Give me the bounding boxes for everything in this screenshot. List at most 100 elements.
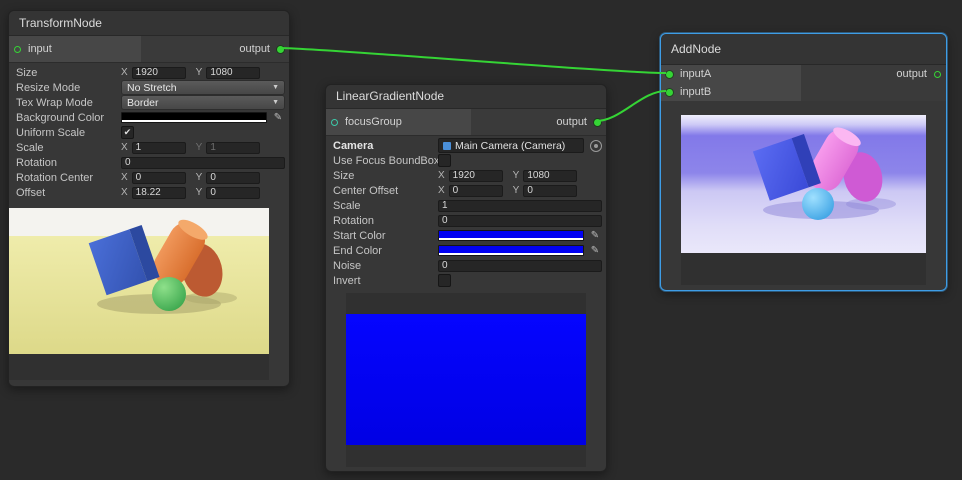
rotation-label: Rotation xyxy=(16,157,121,169)
rotation-center-x-field[interactable] xyxy=(132,172,186,184)
add-port-row-b: inputB xyxy=(661,83,946,101)
scale-x-field[interactable] xyxy=(132,142,186,154)
linear-gradient-port-row: focusGroup output xyxy=(326,109,606,136)
rotation-center-label: Rotation Center xyxy=(16,172,121,184)
camera-object-field[interactable]: Main Camera (Camera) xyxy=(438,138,584,153)
rotation-field[interactable] xyxy=(121,157,285,169)
y-axis-label: Y xyxy=(196,187,203,198)
size-y-field[interactable] xyxy=(206,67,260,79)
rotation-field[interactable] xyxy=(438,215,602,227)
tex-wrap-mode-value: Border xyxy=(127,97,159,109)
add-output-port[interactable]: output xyxy=(896,68,946,80)
end-color-swatch[interactable] xyxy=(438,245,584,256)
scale-y-field[interactable] xyxy=(206,142,260,154)
transform-port-row: input output xyxy=(9,36,289,63)
x-axis-label: X xyxy=(121,172,128,183)
invert-checkbox[interactable] xyxy=(438,274,451,287)
add-node-title[interactable]: AddNode xyxy=(661,34,946,65)
transform-properties: Size X Y Resize Mode No Stretch ▼ Tex Wr… xyxy=(9,63,289,200)
camera-label: Camera xyxy=(333,140,438,152)
size-label: Size xyxy=(16,67,121,79)
eyedropper-icon[interactable]: ✎ xyxy=(271,113,285,123)
inputa-port[interactable]: inputA xyxy=(661,65,801,83)
start-color-swatch[interactable] xyxy=(438,230,584,241)
eyedropper-icon[interactable]: ✎ xyxy=(588,231,602,241)
x-axis-label: X xyxy=(121,67,128,78)
output-port-icon[interactable] xyxy=(934,71,941,78)
rotation-center-y-field[interactable] xyxy=(206,172,260,184)
camera-object-icon xyxy=(443,142,451,150)
size-y-field[interactable] xyxy=(523,170,577,182)
background-color-swatch[interactable] xyxy=(121,112,267,123)
scale-field[interactable] xyxy=(438,200,602,212)
linear-gradient-output-port[interactable]: output xyxy=(556,116,606,128)
resize-mode-dropdown[interactable]: No Stretch ▼ xyxy=(121,80,285,95)
edge-transform-output-to-addnode-inputa[interactable] xyxy=(280,48,666,73)
scale-label: Scale xyxy=(333,200,438,212)
end-color-row: End Color ✎ xyxy=(326,243,606,258)
chevron-down-icon: ▼ xyxy=(272,99,279,106)
linear-gradient-node-title[interactable]: LinearGradientNode xyxy=(326,85,606,109)
x-axis-label: X xyxy=(438,185,445,196)
x-axis-label: X xyxy=(121,142,128,153)
y-axis-label: Y xyxy=(196,67,203,78)
y-axis-label: Y xyxy=(513,170,520,181)
noise-field[interactable] xyxy=(438,260,602,272)
size-x-field[interactable] xyxy=(132,67,186,79)
rotation-row: Rotation xyxy=(9,155,289,170)
offset-label: Offset xyxy=(16,187,121,199)
output-port-icon[interactable] xyxy=(277,46,284,53)
linear-gradient-node[interactable]: LinearGradientNode focusGroup output Cam… xyxy=(325,84,607,472)
center-offset-row: Center Offset X Y xyxy=(326,183,606,198)
scale-row: Scale xyxy=(326,198,606,213)
check-icon: ✔ xyxy=(124,128,132,137)
inputb-port-icon[interactable] xyxy=(666,89,673,96)
invert-row: Invert xyxy=(326,273,606,288)
inputb-port-label: inputB xyxy=(680,86,711,98)
center-offset-x-field[interactable] xyxy=(449,185,503,197)
use-focus-boundbox-row: Use Focus BoundBox xyxy=(326,153,606,168)
inputa-port-icon[interactable] xyxy=(666,71,673,78)
add-node[interactable]: AddNode inputA output inputB xyxy=(660,33,947,291)
invert-label: Invert xyxy=(333,275,438,287)
offset-y-field[interactable] xyxy=(206,187,260,199)
tex-wrap-mode-dropdown[interactable]: Border ▼ xyxy=(121,95,285,110)
uniform-scale-checkbox[interactable]: ✔ xyxy=(121,126,134,139)
linear-gradient-node-preview xyxy=(346,293,586,467)
tex-wrap-mode-label: Tex Wrap Mode xyxy=(16,97,121,109)
transform-output-port[interactable]: output xyxy=(239,43,289,55)
offset-row: Offset X Y xyxy=(9,185,289,200)
eyedropper-icon[interactable]: ✎ xyxy=(588,246,602,256)
uniform-scale-row: Uniform Scale ✔ xyxy=(9,125,289,140)
focusgroup-port-label: focusGroup xyxy=(345,116,402,128)
center-offset-label: Center Offset xyxy=(333,185,438,197)
transform-node[interactable]: TransformNode input output Size X Y Resi… xyxy=(8,10,290,387)
size-row: Size X Y xyxy=(9,65,289,80)
tex-wrap-mode-row: Tex Wrap Mode Border ▼ xyxy=(9,95,289,110)
noise-row: Noise xyxy=(326,258,606,273)
rotation-center-row: Rotation Center X Y xyxy=(9,170,289,185)
transform-preview-image xyxy=(9,208,269,354)
focusgroup-input-port[interactable]: focusGroup xyxy=(326,109,471,135)
background-color-label: Background Color xyxy=(16,112,121,124)
camera-object-name: Main Camera (Camera) xyxy=(455,140,565,152)
offset-x-field[interactable] xyxy=(132,187,186,199)
inputb-port[interactable]: inputB xyxy=(661,83,801,101)
use-focus-boundbox-label: Use Focus BoundBox xyxy=(333,155,438,167)
output-port-icon[interactable] xyxy=(594,119,601,126)
center-offset-y-field[interactable] xyxy=(523,185,577,197)
input-port-icon[interactable] xyxy=(14,46,21,53)
start-color-label: Start Color xyxy=(333,230,438,242)
add-port-row-a: inputA output xyxy=(661,65,946,83)
transform-node-title[interactable]: TransformNode xyxy=(9,11,289,36)
gradient-preview-image xyxy=(346,314,586,445)
output-port-label: output xyxy=(896,68,927,80)
use-focus-boundbox-checkbox[interactable] xyxy=(438,154,451,167)
transform-input-port[interactable]: input xyxy=(9,36,141,62)
background-color-row: Background Color ✎ xyxy=(9,110,289,125)
object-picker-icon[interactable] xyxy=(590,140,602,152)
x-axis-label: X xyxy=(121,187,128,198)
size-x-field[interactable] xyxy=(449,170,503,182)
focusgroup-port-icon[interactable] xyxy=(331,119,338,126)
add-preview-image xyxy=(681,115,926,253)
